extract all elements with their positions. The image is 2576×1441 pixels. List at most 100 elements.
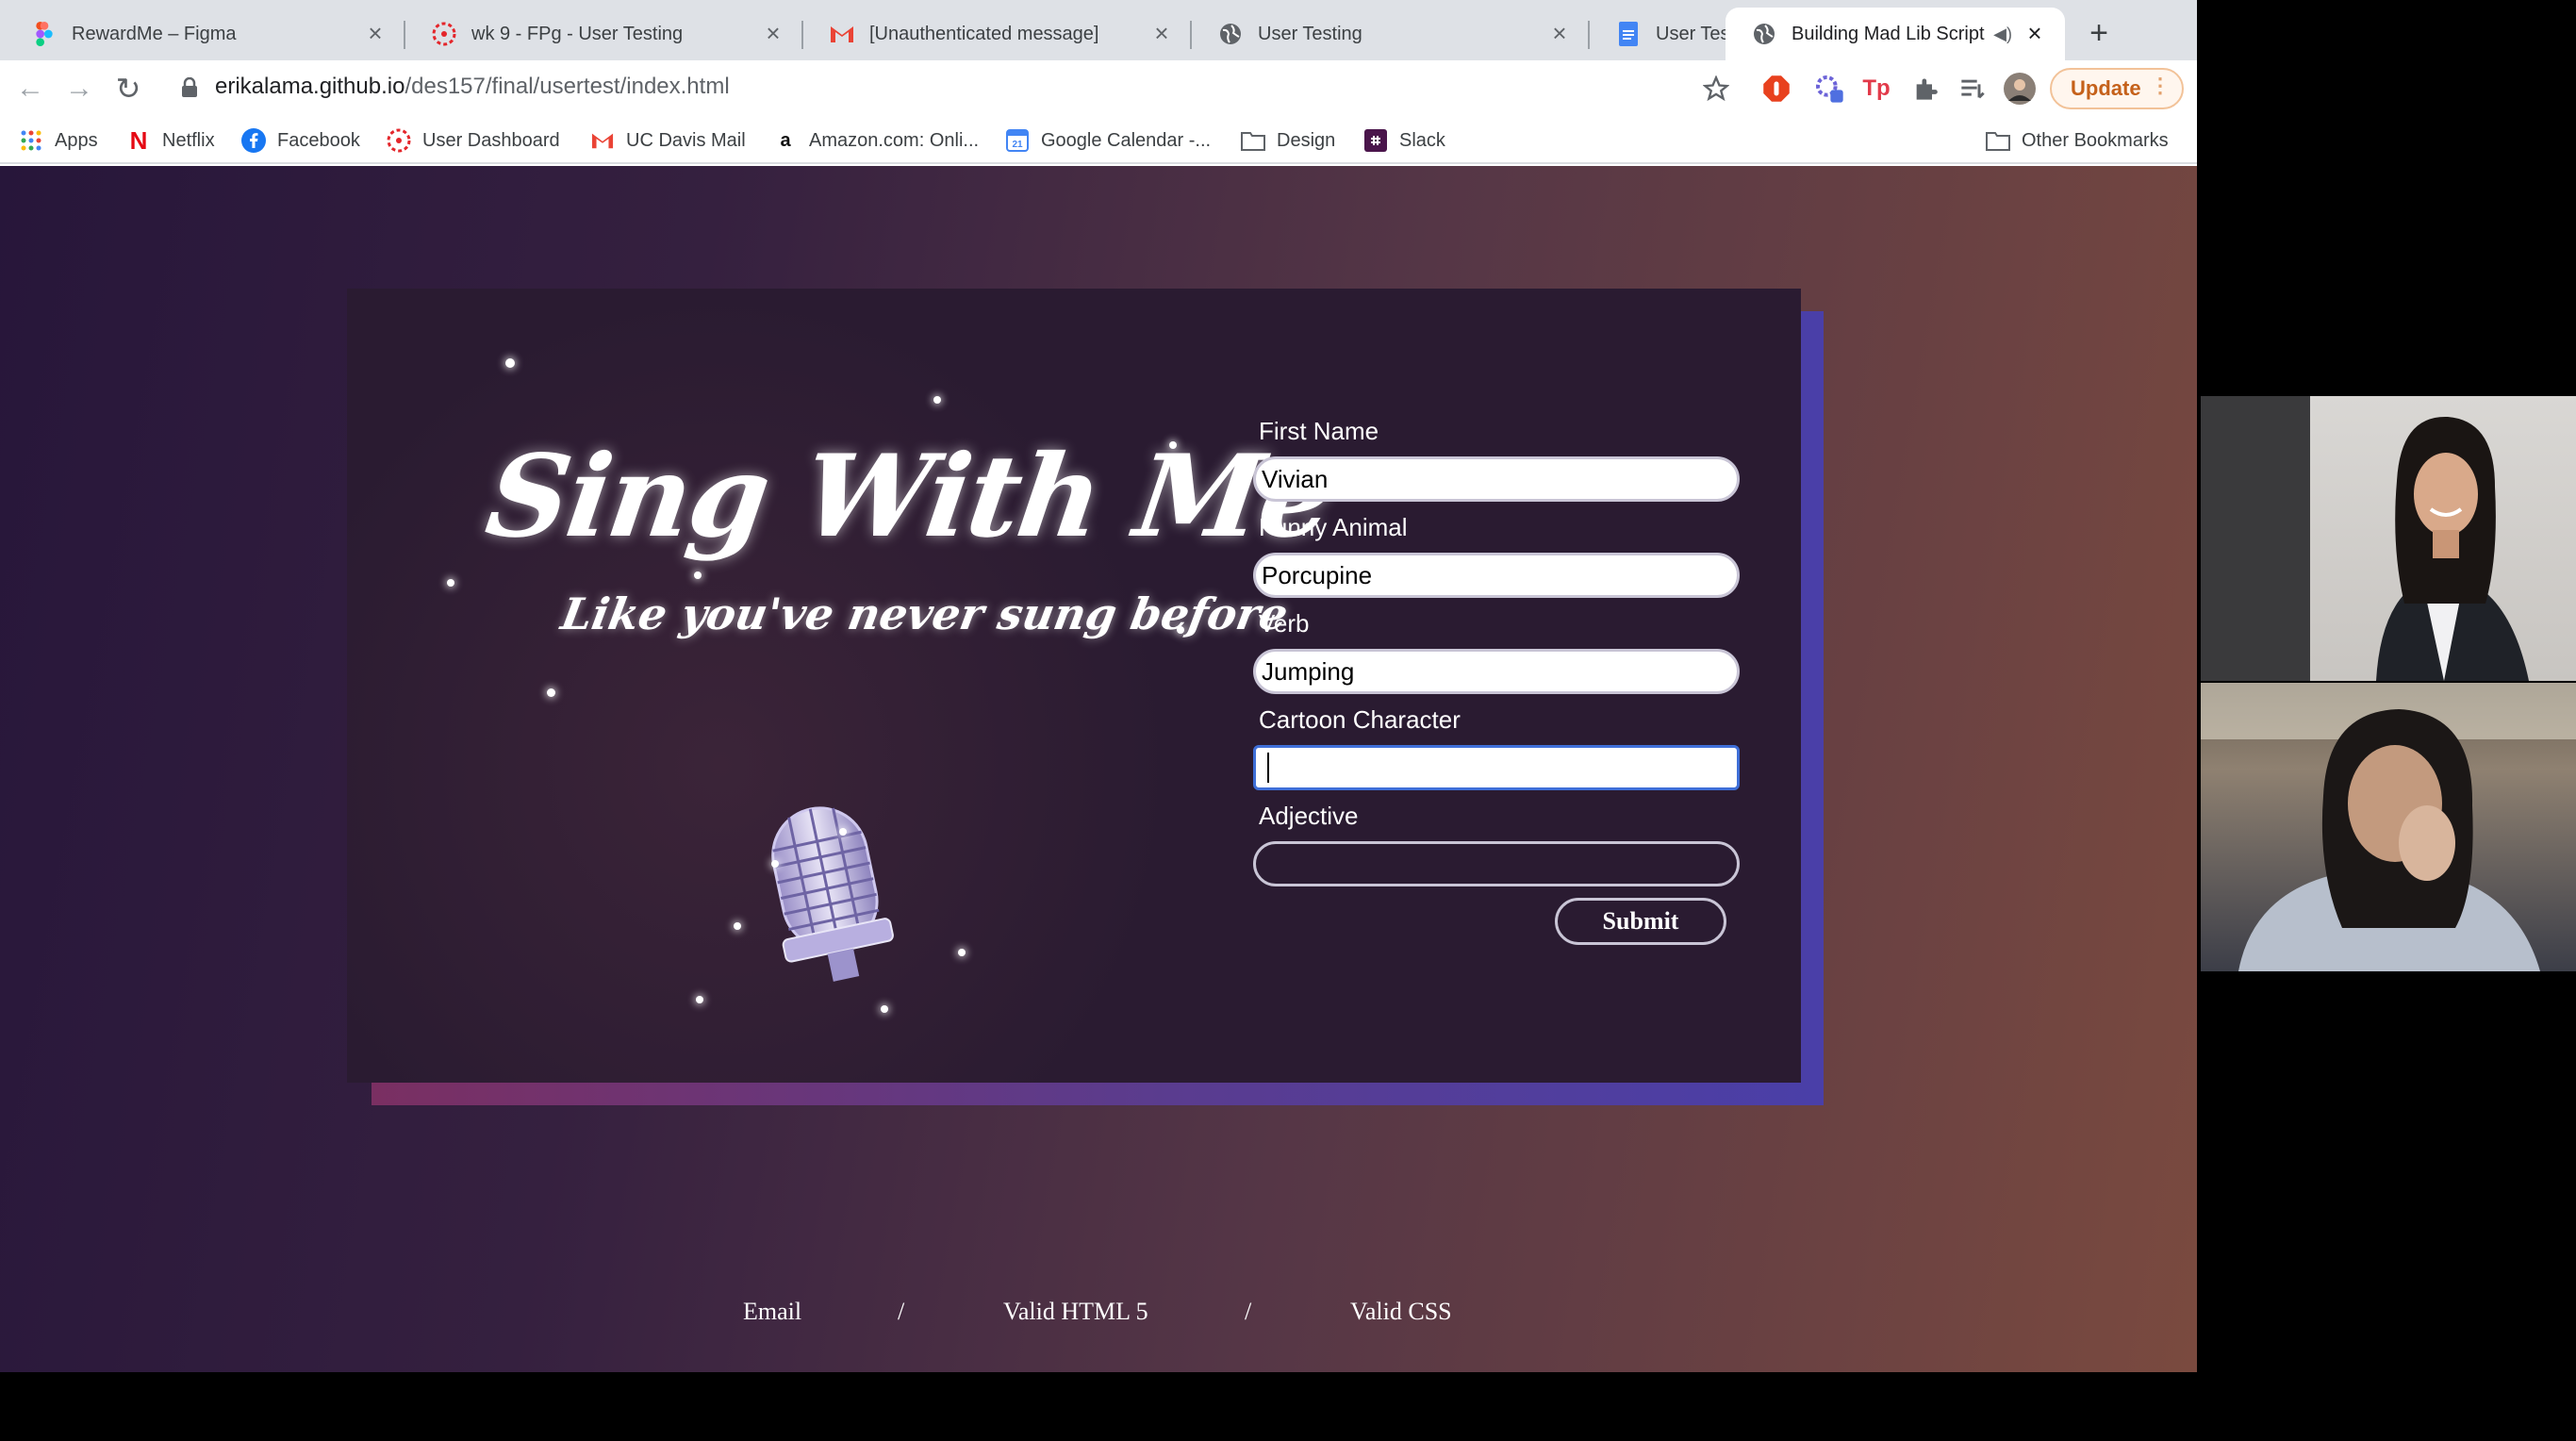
netflix-icon: N: [129, 125, 148, 155]
bookmark-amazon[interactable]: a Amazon.com: Onli...: [773, 126, 979, 155]
close-tab-icon[interactable]: ×: [1148, 21, 1175, 47]
address-bar[interactable]: erikalama.github.io/des157/final/usertes…: [215, 74, 730, 100]
bookmark-label: Other Bookmarks: [2022, 129, 2169, 151]
valid-css-link[interactable]: Valid CSS: [1350, 1298, 1452, 1326]
funny-animal-value: Porcupine: [1262, 560, 1373, 589]
video-tile-participant-2: [2201, 683, 2576, 971]
profile-avatar[interactable]: [2003, 72, 2037, 106]
calendar-icon: 21: [1005, 128, 1030, 153]
reading-list-icon[interactable]: [1956, 72, 1990, 106]
tab-title: [Unauthenticated message]: [869, 23, 1099, 44]
bookmark-label: Netflix: [162, 129, 215, 151]
bookmark-star-icon[interactable]: [1699, 72, 1733, 106]
bookmark-slack[interactable]: Slack: [1363, 126, 1445, 155]
extensions-puzzle-icon[interactable]: [1908, 72, 1942, 106]
funny-animal-input[interactable]: Porcupine: [1253, 553, 1740, 598]
hero-panel: Sing With Me Like you've never sung befo…: [347, 289, 1340, 1083]
madlib-card: Sing With Me Like you've never sung befo…: [347, 289, 1801, 1083]
browser-window: RewardMe – Figma × wk 9 - FPg - User Tes…: [0, 0, 2197, 1372]
sparkle: [933, 396, 941, 404]
bookmark-design[interactable]: Design: [1241, 126, 1335, 155]
first-name-value: Vivian: [1262, 464, 1329, 493]
gmail-icon: [590, 128, 615, 153]
tp-extension-icon[interactable]: Tp: [1859, 72, 1893, 106]
submit-button[interactable]: Submit: [1555, 898, 1726, 945]
adblock-extension-icon[interactable]: [1759, 72, 1793, 106]
bookmark-label: Amazon.com: Onli...: [809, 129, 980, 151]
bookmark-label: Apps: [55, 129, 98, 151]
tab-title: RewardMe – Figma: [72, 23, 237, 44]
adjective-label: Adjective: [1259, 802, 1359, 830]
bookmark-facebook[interactable]: Facebook: [241, 126, 360, 155]
sparkle: [505, 358, 515, 368]
verb-input[interactable]: Jumping: [1253, 649, 1740, 694]
verb-value: Jumping: [1262, 656, 1355, 686]
bookmark-label: Google Calendar -...: [1041, 129, 1212, 151]
bookmark-label: Design: [1277, 129, 1336, 151]
update-label: Update: [2071, 76, 2141, 100]
tab-strip: RewardMe – Figma × wk 9 - FPg - User Tes…: [0, 0, 2197, 60]
page-title: Sing With Me: [479, 430, 1340, 563]
page-footer: Email / Valid HTML 5 / Valid CSS: [0, 1298, 2197, 1335]
bookmark-label: UC Davis Mail: [626, 129, 746, 151]
sparkle: [694, 571, 702, 579]
sparkle: [958, 949, 966, 956]
gmail-icon: [831, 26, 853, 42]
new-tab-button[interactable]: +: [2080, 15, 2118, 53]
sparkle: [447, 579, 454, 587]
tab-title: wk 9 - FPg - User Testing: [471, 23, 684, 44]
sparkle: [696, 996, 703, 1003]
tab-building-mad-lib-script[interactable]: Building Mad Lib Script ◀) ×: [1726, 8, 2065, 60]
speaker-icon[interactable]: ◀): [1993, 25, 2012, 44]
facebook-icon: [241, 128, 266, 153]
close-tab-icon[interactable]: ×: [362, 21, 388, 47]
close-tab-icon[interactable]: ×: [1546, 21, 1573, 47]
valid-html-link[interactable]: Valid HTML 5: [1003, 1298, 1148, 1326]
bookmark-google-calendar[interactable]: 21 Google Calendar -...: [1005, 126, 1211, 155]
forward-button[interactable]: →: [62, 72, 96, 106]
funny-animal-label: Funny Animal: [1259, 513, 1408, 541]
slack-icon: [1363, 128, 1388, 153]
folder-icon: [1241, 128, 1265, 153]
google-docs-icon: [1619, 22, 1638, 46]
update-button[interactable]: Update ⋮: [2050, 68, 2184, 109]
bookmark-user-dashboard[interactable]: User Dashboard: [387, 126, 560, 155]
url-path: /des157/final/usertest/index.html: [405, 74, 730, 99]
lock-icon[interactable]: [179, 77, 200, 98]
email-link[interactable]: Email: [743, 1298, 801, 1326]
adjective-input[interactable]: [1253, 841, 1740, 886]
other-bookmarks[interactable]: Other Bookmarks: [1986, 126, 2169, 155]
bookmark-label: Slack: [1399, 129, 1445, 151]
sparkle: [881, 1005, 888, 1013]
bookmark-label: Facebook: [277, 129, 360, 151]
reload-button[interactable]: ↻: [111, 72, 145, 106]
close-tab-icon[interactable]: ×: [2022, 21, 2048, 47]
tab-user-testing[interactable]: User Testing ×: [1192, 8, 1590, 60]
cartoon-character-input[interactable]: [1253, 745, 1740, 790]
back-button[interactable]: ←: [13, 72, 47, 106]
bookmark-apps[interactable]: Apps: [19, 126, 98, 155]
figma-icon: [36, 22, 53, 46]
participant-video: [2376, 416, 2529, 681]
tab-title: Building Mad Lib Script: [1792, 23, 1985, 44]
bookmark-uc-davis-mail[interactable]: UC Davis Mail: [590, 126, 746, 155]
page-subtitle: Like you've never sung before: [557, 588, 1293, 639]
first-name-label: First Name: [1259, 417, 1379, 445]
tab-unauthenticated-message[interactable]: [Unauthenticated message] ×: [803, 8, 1192, 60]
bookmark-netflix[interactable]: N Netflix: [126, 126, 215, 155]
first-name-input[interactable]: Vivian: [1253, 456, 1740, 502]
extension-icon[interactable]: [1812, 72, 1846, 106]
url-host: erikalama.github.io: [215, 74, 405, 99]
more-icon: ⋮: [2150, 74, 2171, 97]
tab-rewardme-figma[interactable]: RewardMe – Figma ×: [6, 8, 405, 60]
globe-icon: [1220, 24, 1241, 44]
globe-icon: [1754, 24, 1775, 44]
bookmark-label: User Dashboard: [422, 129, 560, 151]
close-tab-icon[interactable]: ×: [760, 21, 786, 47]
footer-separator: /: [898, 1298, 905, 1325]
bookmarks-bar: Apps N Netflix Facebook User Dashboard U…: [0, 117, 2197, 164]
sparkle: [771, 860, 779, 868]
web-page: Sing With Me Like you've never sung befo…: [0, 166, 2197, 1372]
sparkle: [839, 828, 847, 836]
tab-wk9-user-testing[interactable]: wk 9 - FPg - User Testing ×: [405, 8, 803, 60]
